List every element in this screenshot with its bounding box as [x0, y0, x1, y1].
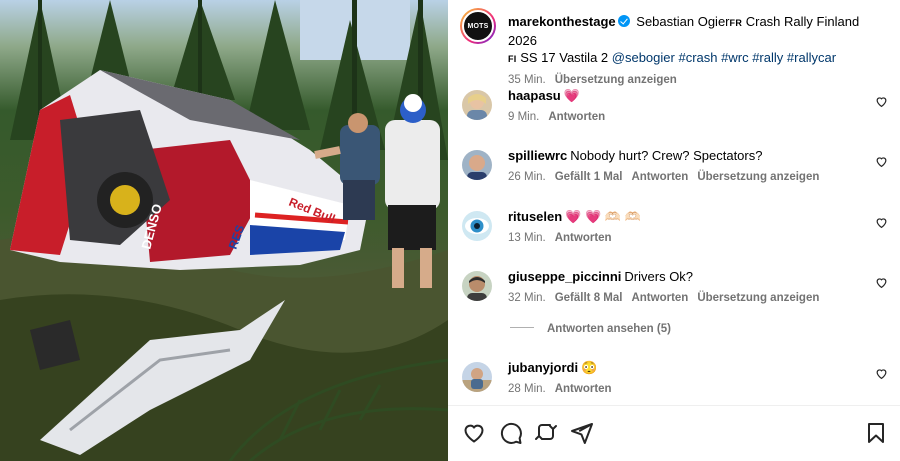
heart-icon[interactable] [462, 421, 486, 445]
post-time: 35 Min. [508, 74, 546, 86]
commenter-avatar[interactable] [462, 211, 492, 241]
caption-flag-fr: FR [729, 18, 743, 28]
comment-text: Drivers Ok? [624, 269, 694, 284]
comment-username[interactable]: spilliewrc [508, 148, 567, 163]
author-avatar[interactable]: MOTS [460, 8, 496, 44]
comment-meta: 9 Min. Antworten [508, 109, 848, 126]
post-caption: marekonthestage Sebastian OgierFR Crash … [508, 13, 888, 89]
comment-meta: 28 Min. Antworten [508, 381, 848, 398]
commenter-avatar[interactable] [462, 90, 492, 120]
comment-item: giuseppe_piccinni Drivers Ok? 32 Min. Gefä… [448, 268, 900, 318]
comment-meta: 32 Min. Gefällt 8 Mal Antworten Übersetzung… [508, 290, 848, 307]
comment-icon[interactable] [499, 421, 523, 445]
view-replies-label: Antworten ansehen (5) [547, 323, 671, 335]
hashtag-link[interactable]: #rally [752, 50, 783, 65]
comment-text: 😳 [581, 360, 598, 375]
hashtag-link[interactable]: #crash [678, 50, 717, 65]
like-comment-heart-icon[interactable] [875, 276, 888, 289]
comment-time: 9 Min. [508, 111, 540, 123]
comment-username[interactable]: haapasu [508, 88, 561, 103]
reply-button[interactable]: Antworten [555, 232, 612, 244]
comment-time: 32 Min. [508, 292, 546, 304]
comment-text: 💗 💗 🫶🏻 🫶🏻 [565, 209, 641, 224]
comment-item: rituselen 💗 💗 🫶🏻 🫶🏻 13 Min. Antworten [448, 208, 900, 258]
caption-stage: SS 17 Vastila 2 [516, 50, 612, 65]
like-comment-heart-icon[interactable] [875, 95, 888, 108]
post-photo[interactable]: Red Bull DENSO RES [0, 0, 448, 461]
caption-mention[interactable]: @sebogier [612, 50, 675, 65]
reply-button[interactable]: Antworten [548, 111, 605, 123]
comment-text: 💗 [563, 88, 580, 103]
like-comment-heart-icon[interactable] [875, 155, 888, 168]
replies-divider-line [510, 327, 534, 328]
reply-button[interactable]: Antworten [631, 171, 688, 183]
comment-meta: 13 Min. Antworten [508, 230, 848, 247]
comment-text: Nobody hurt? Crew? Spectators? [570, 148, 763, 163]
commenter-avatar[interactable] [462, 150, 492, 180]
comment-meta: 26 Min. Gefällt 1 Mal Antworten Übersetzung… [508, 169, 848, 186]
post-action-bar [448, 405, 900, 461]
comment-item: haapasu 💗 9 Min. Antworten [448, 87, 900, 137]
commenter-avatar[interactable] [462, 271, 492, 301]
show-translation-button[interactable]: Übersetzung anzeigen [697, 292, 819, 304]
caption-flag-fi: FI [508, 54, 517, 64]
repost-icon[interactable] [534, 421, 558, 445]
reply-button[interactable]: Antworten [555, 383, 612, 395]
show-translation-button[interactable]: Übersetzung anzeigen [697, 171, 819, 183]
comment-item: jubanyjordi 😳 28 Min. Antworten [448, 359, 900, 409]
comment-time: 28 Min. [508, 383, 546, 395]
like-comment-heart-icon[interactable] [875, 367, 888, 380]
hashtag-link[interactable]: #wrc [721, 50, 748, 65]
verified-badge-icon [617, 15, 630, 27]
author-username[interactable]: marekonthestage [508, 14, 616, 29]
hashtag-link[interactable]: #rallycar [787, 50, 836, 65]
reply-button[interactable]: Antworten [631, 292, 688, 304]
comment-username[interactable]: jubanyjordi [508, 360, 578, 375]
comment-time: 13 Min. [508, 232, 546, 244]
post-detail-panel: MOTS marekonthestage Sebastian OgierFR C… [448, 0, 900, 461]
comment-username[interactable]: giuseppe_piccinni [508, 269, 621, 284]
crashed-rally-car-image: Red Bull DENSO RES [0, 0, 448, 461]
like-comment-heart-icon[interactable] [875, 216, 888, 229]
commenter-avatar[interactable] [462, 362, 492, 392]
author-avatar-logo: MOTS [467, 22, 489, 30]
post-header: MOTS marekonthestage Sebastian OgierFR C… [448, 0, 900, 86]
comment-item: spilliewrc Nobody hurt? Crew? Spectators?… [448, 147, 900, 197]
view-replies-button[interactable]: Antworten ansehen (5) [510, 323, 671, 335]
comment-likes-count[interactable]: Gefällt 1 Mal [555, 171, 623, 183]
bookmark-icon[interactable] [864, 421, 888, 445]
caption-text-main: Sebastian Ogier [636, 14, 730, 29]
comment-likes-count[interactable]: Gefällt 8 Mal [555, 292, 623, 304]
comment-time: 26 Min. [508, 171, 546, 183]
comment-username[interactable]: rituselen [508, 209, 562, 224]
share-icon[interactable] [570, 421, 594, 445]
show-translation-button[interactable]: Übersetzung anzeigen [555, 74, 677, 86]
